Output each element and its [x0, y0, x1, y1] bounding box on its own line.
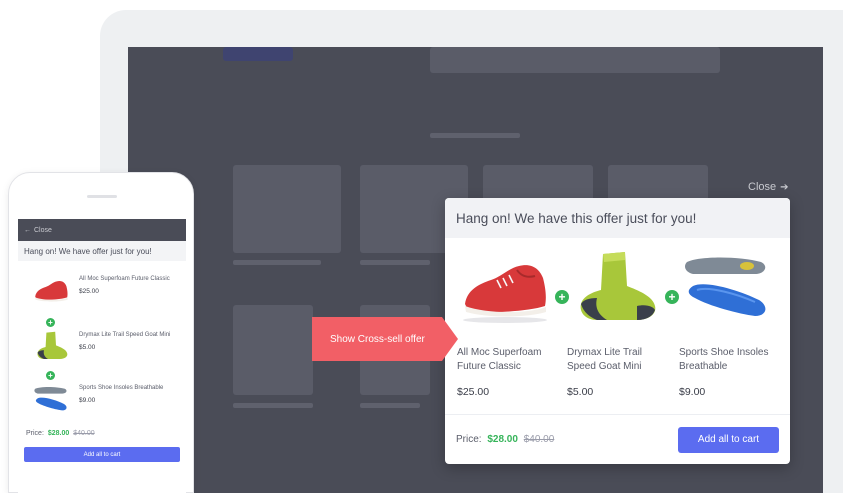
background-text-line — [360, 403, 420, 408]
plus-icon: + — [665, 290, 679, 304]
phone-mockup: ← Close Hang on! We have offer just for … — [8, 172, 194, 493]
modal-header: Hang on! We have this offer just for you… — [445, 198, 790, 238]
phone-price-label: Price: — [26, 430, 44, 437]
red-sneaker-image — [457, 250, 557, 330]
phone-close-bar[interactable]: ← Close — [18, 219, 186, 241]
product-name: Sports Shoe Insoles Breathable — [679, 347, 769, 372]
product-name: Drymax Lite Trail Speed Goat Mini — [567, 347, 643, 372]
phone-price-new: $28.00 — [47, 430, 70, 437]
phone-product-name: All Moc Superfoam Future Classic — [79, 276, 170, 282]
bundle-price: Price: $28.00 $40.00 — [456, 434, 554, 445]
phone-add-all-to-cart-button[interactable]: Add all to cart — [24, 447, 180, 462]
phone-price-old: $40.00 — [73, 430, 95, 437]
background-banner-button — [223, 47, 293, 61]
phone-product-info: Sports Shoe Insoles Breathable $9.00 — [79, 384, 179, 404]
phone-product-name: Sports Shoe Insoles Breathable — [79, 385, 164, 391]
product-price: $5.00 — [567, 386, 594, 398]
product-price: $25.00 — [457, 386, 490, 398]
phone-title-text: Hang on! We have offer just for you! — [24, 246, 152, 256]
callout-label: Show Cross-sell offer — [330, 333, 425, 345]
product-card[interactable]: Drymax Lite Trail Speed Goat Mini $5.00 — [567, 250, 677, 398]
background-product-tile — [233, 305, 313, 395]
phone-product-price: $25.00 — [79, 288, 99, 295]
arrow-left-icon: ← — [24, 226, 31, 234]
blue-insoles-image — [679, 250, 779, 330]
phone-speaker — [87, 195, 117, 198]
close-button[interactable]: Close ➔ — [748, 181, 789, 193]
background-banner-image — [430, 47, 720, 73]
cross-sell-modal: Hang on! We have this offer just for you… — [445, 198, 790, 464]
phone-product-price: $5.00 — [79, 344, 96, 351]
blue-insoles-thumb — [32, 384, 72, 416]
background-text-line — [233, 403, 313, 408]
background-text-line — [360, 260, 430, 265]
phone-bundle-price: Price: $28.00 $40.00 — [26, 430, 95, 437]
green-sock-image — [567, 250, 667, 330]
modal-footer: Price: $28.00 $40.00 Add all to cart — [445, 414, 790, 464]
product-price: $9.00 — [679, 386, 706, 398]
phone-product-info: Drymax Lite Trail Speed Goat Mini $5.00 — [79, 331, 179, 351]
add-all-to-cart-button[interactable]: Add all to cart — [678, 426, 779, 453]
red-sneaker-thumb — [32, 275, 72, 307]
phone-product-item[interactable]: Sports Shoe Insoles Breathable $9.00 — [24, 384, 184, 420]
phone-offer-title: Hang on! We have offer just for you! — [18, 241, 186, 261]
product-card[interactable]: All Moc Superfoam Future Classic $25.00 — [457, 250, 567, 398]
modal-title: Hang on! We have this offer just for you… — [456, 210, 697, 226]
phone-offer-panel: Hang on! We have offer just for you! All… — [18, 241, 186, 493]
product-list: All Moc Superfoam Future Classic $25.00 … — [445, 250, 790, 410]
background-heading — [430, 133, 520, 138]
bundle-price-new: $28.00 — [487, 434, 518, 445]
background-text-line — [233, 260, 321, 265]
phone-product-name: Drymax Lite Trail Speed Goat Mini — [79, 332, 171, 338]
plus-icon: + — [46, 318, 55, 327]
green-sock-thumb — [32, 331, 72, 363]
phone-product-info: All Moc Superfoam Future Classic $25.00 — [79, 275, 179, 295]
close-label: Close — [748, 181, 777, 193]
arrow-right-icon: ➔ — [780, 181, 789, 193]
phone-product-item[interactable]: All Moc Superfoam Future Classic $25.00 — [24, 275, 184, 311]
phone-product-item[interactable]: Drymax Lite Trail Speed Goat Mini $5.00 — [24, 331, 184, 367]
bundle-price-old: $40.00 — [523, 434, 555, 445]
background-product-tile — [233, 165, 341, 253]
plus-icon: + — [46, 371, 55, 380]
product-name: All Moc Superfoam Future Classic — [457, 347, 542, 372]
cross-sell-callout: Show Cross-sell offer — [312, 317, 458, 361]
phone-product-price: $9.00 — [79, 397, 96, 404]
product-card[interactable]: Sports Shoe Insoles Breathable $9.00 — [679, 250, 789, 398]
price-label: Price: — [456, 434, 482, 445]
phone-close-label: Close — [34, 226, 52, 234]
